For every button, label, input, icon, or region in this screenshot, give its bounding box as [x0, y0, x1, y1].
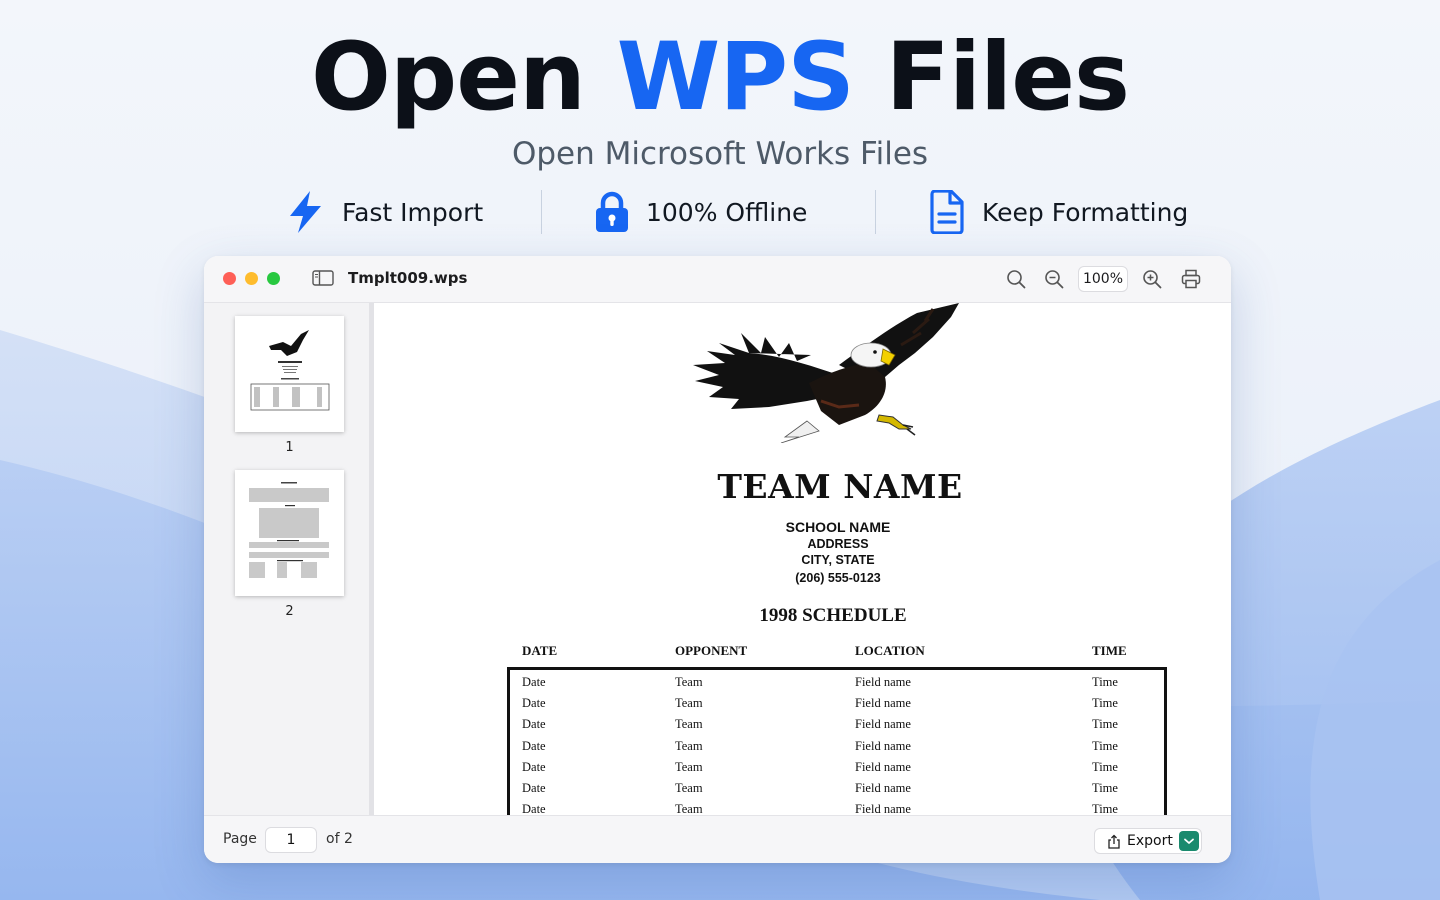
- hero-title: Open WPS Files: [0, 20, 1440, 136]
- hero-title-files: Files: [885, 23, 1130, 132]
- zoom-window-button[interactable]: [267, 272, 280, 285]
- cell-date: Date: [522, 760, 546, 774]
- zoom-out-icon[interactable]: [1043, 268, 1065, 290]
- school-phone: (206) 555-0123: [795, 571, 881, 585]
- cell-time: Time: [1092, 739, 1118, 753]
- hero-subtitle: Open Microsoft Works Files: [511, 136, 929, 172]
- document-filename: Tmplt009.wps: [348, 269, 468, 287]
- table-row: Date Team Field name Time: [510, 760, 1170, 781]
- schedule-title: 1998 SCHEDULE: [759, 605, 907, 626]
- page-number-input[interactable]: 1: [265, 827, 317, 853]
- table-row: Date Team Field name Time: [510, 717, 1170, 738]
- feature-label: Keep Formatting: [982, 197, 1189, 227]
- cell-time: Time: [1092, 760, 1118, 774]
- cell-field: Field name: [855, 675, 911, 689]
- document-view: TEAM NAME SCHOOL NAME ADDRESS CITY, STAT…: [379, 303, 1231, 815]
- cell-time: Time: [1092, 717, 1118, 731]
- title-bar: Tmplt009.wps 100%: [204, 256, 1231, 303]
- thumbnail-sidebar: 1 2: [204, 303, 374, 815]
- cell-date: Date: [522, 696, 546, 710]
- lightning-icon: [290, 191, 321, 233]
- page-thumbnail-1[interactable]: [235, 316, 344, 432]
- cell-field: Field name: [855, 739, 911, 753]
- feature-divider: [541, 190, 542, 234]
- chevron-down-icon: [1184, 838, 1194, 844]
- cell-date: Date: [522, 802, 546, 815]
- cell-field: Field name: [855, 760, 911, 774]
- feature-label: Fast Import: [342, 197, 484, 227]
- table-row: Date Team Field name Time: [510, 739, 1170, 760]
- export-button[interactable]: Export: [1094, 828, 1202, 854]
- cell-team: Team: [675, 760, 703, 774]
- cell-time: Time: [1092, 781, 1118, 795]
- thumbnail-preview: [250, 330, 330, 411]
- column-header-opponent: OPPONENT: [675, 643, 748, 658]
- table-row: Date Team Field name Time: [510, 696, 1170, 717]
- cell-date: Date: [522, 781, 546, 795]
- page-total: of 2: [326, 831, 353, 847]
- lock-icon: [596, 191, 628, 232]
- app-window: Tmplt009.wps 100% 1 2 TEAM NAME SCHOOL N…: [204, 256, 1231, 863]
- cell-date: Date: [522, 675, 546, 689]
- school-city-state: CITY, STATE: [801, 553, 875, 567]
- status-footer: Page 1 of 2 Export: [204, 815, 1231, 863]
- feature-label: 100% Offline: [646, 197, 808, 227]
- cell-time: Time: [1092, 802, 1118, 815]
- thumbnail-page-number: 1: [285, 440, 294, 455]
- cell-date: Date: [522, 739, 546, 753]
- export-icon: [1108, 834, 1120, 849]
- schedule-table: Date Team Field name Time Date Team Fiel…: [507, 667, 1167, 815]
- school-name: SCHOOL NAME: [785, 519, 891, 535]
- table-row: Date Team Field name Time: [510, 781, 1170, 802]
- cell-field: Field name: [855, 802, 911, 815]
- cell-date: Date: [522, 717, 546, 731]
- cell-time: Time: [1092, 696, 1118, 710]
- export-label: Export: [1127, 833, 1173, 849]
- sidebar-toggle-icon[interactable]: [312, 269, 334, 287]
- cell-field: Field name: [855, 696, 911, 710]
- print-icon[interactable]: [1180, 268, 1202, 290]
- cell-team: Team: [675, 781, 703, 795]
- eagle-logo: [693, 303, 959, 443]
- column-header-time: TIME: [1092, 643, 1127, 658]
- page-label: Page: [223, 831, 257, 847]
- cell-team: Team: [675, 802, 703, 815]
- hero-title-wps: WPS: [616, 23, 855, 132]
- team-name-heading: TEAM NAME: [717, 467, 963, 506]
- school-address: ADDRESS: [807, 537, 869, 551]
- document-icon: [930, 190, 964, 234]
- cell-team: Team: [675, 739, 703, 753]
- page-thumbnail-2[interactable]: [235, 470, 344, 596]
- table-row: Date Team Field name Time: [510, 675, 1170, 696]
- feature-fast-import: Fast Import: [286, 188, 483, 236]
- cell-time: Time: [1092, 675, 1118, 689]
- feature-offline: 100% Offline: [594, 188, 807, 236]
- thumbnail-preview: [249, 482, 329, 578]
- cell-field: Field name: [855, 717, 911, 731]
- cell-team: Team: [675, 675, 703, 689]
- search-icon[interactable]: [1005, 268, 1027, 290]
- hero-title-open: Open: [311, 23, 586, 132]
- table-row: Date Team Field name Time: [510, 802, 1170, 815]
- cell-team: Team: [675, 696, 703, 710]
- close-window-button[interactable]: [223, 272, 236, 285]
- feature-divider: [875, 190, 876, 234]
- zoom-level-display[interactable]: 100%: [1078, 266, 1128, 292]
- column-header-date: DATE: [522, 643, 558, 658]
- export-menu-toggle[interactable]: [1179, 831, 1199, 851]
- cell-field: Field name: [855, 781, 911, 795]
- minimize-window-button[interactable]: [245, 272, 258, 285]
- thumbnail-page-number: 2: [285, 604, 294, 619]
- zoom-in-icon[interactable]: [1141, 268, 1163, 290]
- column-header-location: LOCATION: [855, 643, 925, 658]
- feature-formatting: Keep Formatting: [928, 188, 1188, 236]
- cell-team: Team: [675, 717, 703, 731]
